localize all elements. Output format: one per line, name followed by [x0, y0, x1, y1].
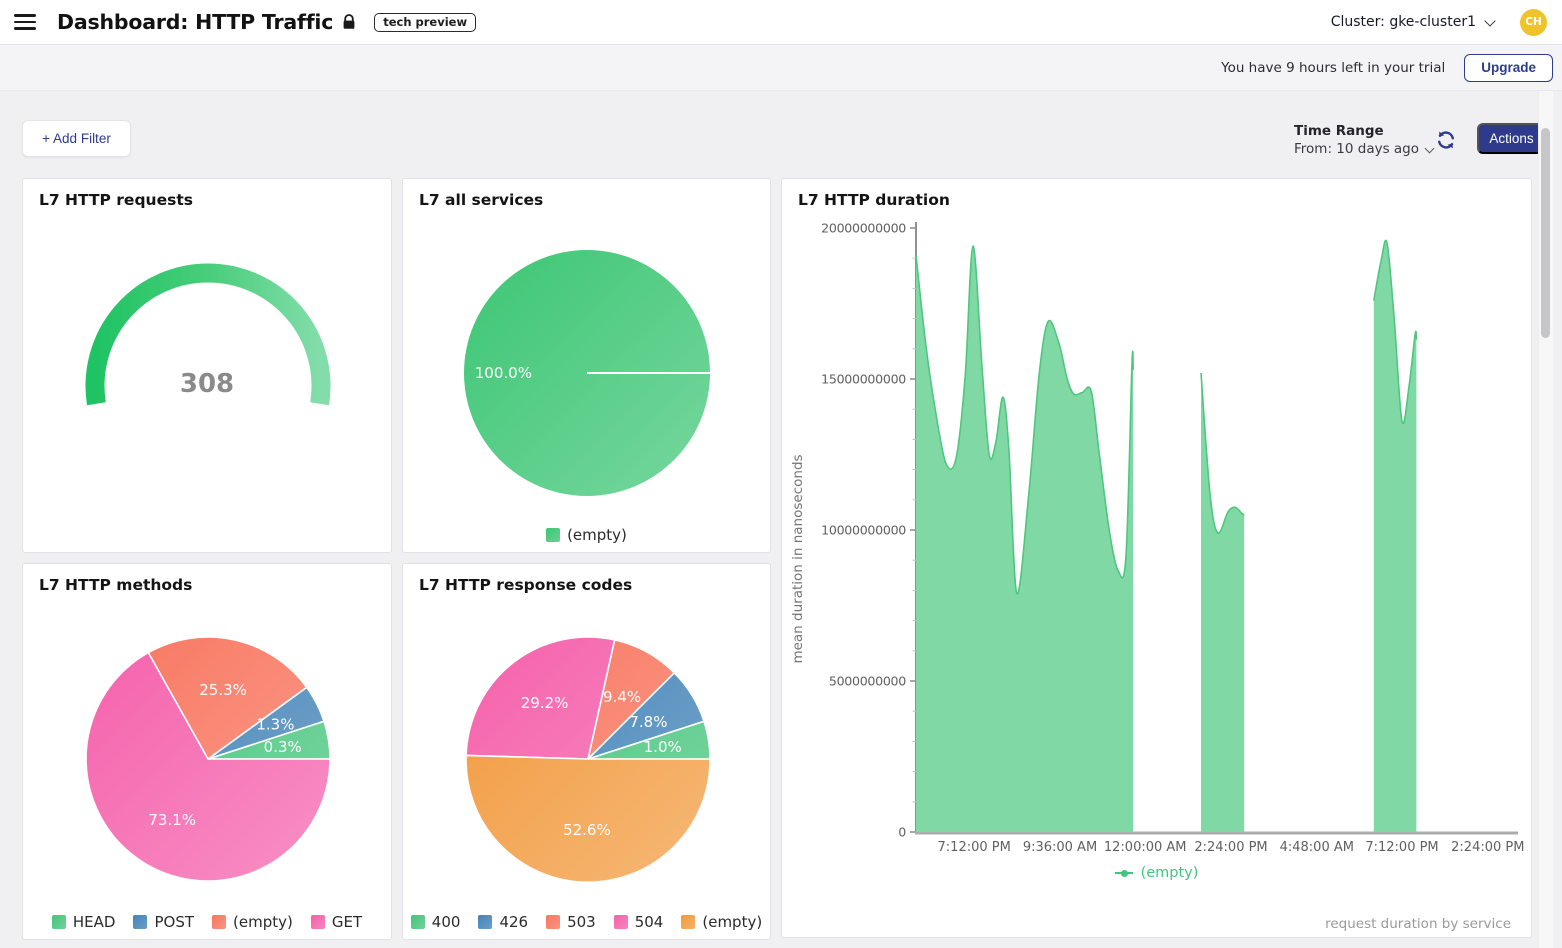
svg-text:4:48:00 AM: 4:48:00 AM: [1280, 840, 1354, 855]
chart-legend: 400 426 503 504 (empty): [403, 913, 770, 931]
chevron-down-icon: [1425, 143, 1435, 153]
legend-swatch: [133, 915, 147, 929]
chart-legend: (empty): [403, 526, 770, 544]
legend-label: (empty): [702, 913, 762, 931]
scrollbar-thumb[interactable]: [1541, 128, 1550, 338]
trial-banner: You have 9 hours left in your trial Upgr…: [0, 45, 1562, 91]
legend-item[interactable]: 426: [478, 913, 528, 931]
svg-text:9:36:00 AM: 9:36:00 AM: [1023, 840, 1097, 855]
avatar[interactable]: CH: [1520, 9, 1547, 36]
chart-caption: request duration by service: [1325, 916, 1511, 932]
legend-item[interactable]: 400: [411, 913, 461, 931]
chevron-down-icon: [1484, 15, 1495, 26]
svg-text:1.0%: 1.0%: [644, 738, 682, 756]
panel-title: L7 all services: [419, 191, 543, 209]
cluster-label: Cluster: gke-cluster1: [1331, 14, 1476, 30]
legend-label: (empty): [567, 526, 627, 544]
legend-swatch: [546, 528, 560, 542]
actions-button[interactable]: Actions: [1477, 123, 1546, 154]
svg-text:9.4%: 9.4%: [603, 688, 641, 706]
refresh-icon: [1434, 128, 1458, 152]
time-range-label: Time Range: [1294, 123, 1433, 139]
legend-label: 426: [499, 913, 528, 931]
legend-swatch: [681, 915, 695, 929]
svg-text:1.3%: 1.3%: [256, 716, 294, 734]
svg-text:7.8%: 7.8%: [629, 713, 667, 731]
legend-swatch: [411, 915, 425, 929]
legend-label: POST: [154, 913, 194, 931]
panel-title: L7 HTTP requests: [39, 191, 193, 209]
add-filter-button[interactable]: + Add Filter: [22, 120, 131, 157]
legend-item[interactable]: 504: [614, 913, 664, 931]
svg-text:5000000000: 5000000000: [829, 674, 906, 689]
legend-swatch: [52, 915, 66, 929]
svg-text:29.2%: 29.2%: [521, 694, 569, 712]
legend-swatch: [311, 915, 325, 929]
svg-text:12:00:00 AM: 12:00:00 AM: [1104, 840, 1187, 855]
legend-label: GET: [332, 913, 362, 931]
chart-legend[interactable]: (empty): [782, 865, 1531, 881]
legend-swatch: [212, 915, 226, 929]
trial-message: You have 9 hours left in your trial: [1221, 60, 1445, 76]
chart-legend: HEAD POST (empty) GET: [23, 913, 391, 931]
legend-item[interactable]: (empty): [681, 913, 762, 931]
svg-text:0.3%: 0.3%: [264, 738, 302, 756]
legend-item[interactable]: (empty): [1115, 865, 1199, 881]
legend-item[interactable]: (empty): [546, 526, 627, 544]
legend-swatch: [478, 915, 492, 929]
top-bar: Dashboard: HTTP Traffic tech preview Clu…: [0, 0, 1562, 45]
pie-chart[interactable]: 1.0% 7.8% 9.4% 29.2% 52.6%: [403, 564, 772, 941]
panel-l7-http-response-codes: L7 HTTP response codes 1.0% 7.8% 9.4% 29.2%…: [402, 563, 771, 940]
lock-icon: [342, 14, 356, 30]
svg-text:2:24:00 PM: 2:24:00 PM: [1451, 840, 1524, 855]
svg-text:20000000000: 20000000000: [821, 221, 906, 236]
time-range-from-dropdown[interactable]: From: 10 days ago: [1294, 141, 1433, 157]
panel-l7-http-duration: L7 HTTP duration 0 5000000000 10000000000 1…: [781, 178, 1532, 938]
panel-title: L7 HTTP methods: [39, 576, 192, 594]
legend-swatch: [546, 915, 560, 929]
pie-chart[interactable]: 0.3% 1.3% 25.3% 73.1%: [23, 564, 393, 941]
page-title: Dashboard: HTTP Traffic: [57, 10, 333, 34]
gauge-chart[interactable]: [23, 179, 393, 554]
svg-text:7:12:00 PM: 7:12:00 PM: [1365, 840, 1438, 855]
panel-l7-all-services: L7 all services 100.0% (empty): [402, 178, 771, 553]
svg-text:73.1%: 73.1%: [148, 811, 196, 829]
legend-item[interactable]: GET: [311, 913, 362, 931]
svg-text:100.0%: 100.0%: [475, 364, 532, 382]
legend-item[interactable]: HEAD: [52, 913, 116, 931]
panel-title: L7 HTTP duration: [798, 191, 950, 209]
pie-chart[interactable]: 100.0%: [403, 179, 772, 554]
legend-label: 503: [567, 913, 596, 931]
legend-label: (empty): [233, 913, 293, 931]
svg-text:7:12:00 PM: 7:12:00 PM: [938, 840, 1011, 855]
panel-title: L7 HTTP response codes: [419, 576, 632, 594]
legend-label: (empty): [1141, 865, 1199, 881]
hamburger-menu-icon[interactable]: [14, 10, 36, 35]
tech-preview-badge: tech preview: [374, 13, 476, 32]
legend-item[interactable]: 503: [546, 913, 596, 931]
svg-text:2:24:00 PM: 2:24:00 PM: [1194, 840, 1267, 855]
svg-text:25.3%: 25.3%: [199, 681, 247, 699]
svg-text:0: 0: [898, 825, 906, 840]
legend-item[interactable]: (empty): [212, 913, 293, 931]
svg-text:15000000000: 15000000000: [821, 372, 906, 387]
legend-item[interactable]: POST: [133, 913, 194, 931]
cluster-selector[interactable]: Cluster: gke-cluster1: [1331, 14, 1494, 30]
gauge-value: 308: [23, 369, 391, 399]
panel-l7-http-requests: L7 HTTP requests 308: [22, 178, 392, 553]
series-line-marker-icon: [1115, 872, 1133, 874]
legend-label: 504: [635, 913, 664, 931]
legend-label: 400: [432, 913, 461, 931]
panel-l7-http-methods: L7 HTTP methods 0.3% 1.3% 25.3% 73.1% HEAD P…: [22, 563, 392, 940]
legend-swatch: [614, 915, 628, 929]
area-chart[interactable]: 0 5000000000 10000000000 15000000000 2000000…: [782, 179, 1533, 939]
refresh-button[interactable]: [1434, 128, 1458, 152]
legend-label: HEAD: [73, 913, 116, 931]
upgrade-button[interactable]: Upgrade: [1464, 54, 1553, 82]
svg-text:10000000000: 10000000000: [821, 523, 906, 538]
time-range: Time Range From: 10 days ago: [1294, 123, 1433, 157]
svg-text:52.6%: 52.6%: [563, 821, 611, 839]
svg-text:mean duration in nanoseconds: mean duration in nanoseconds: [790, 454, 806, 663]
